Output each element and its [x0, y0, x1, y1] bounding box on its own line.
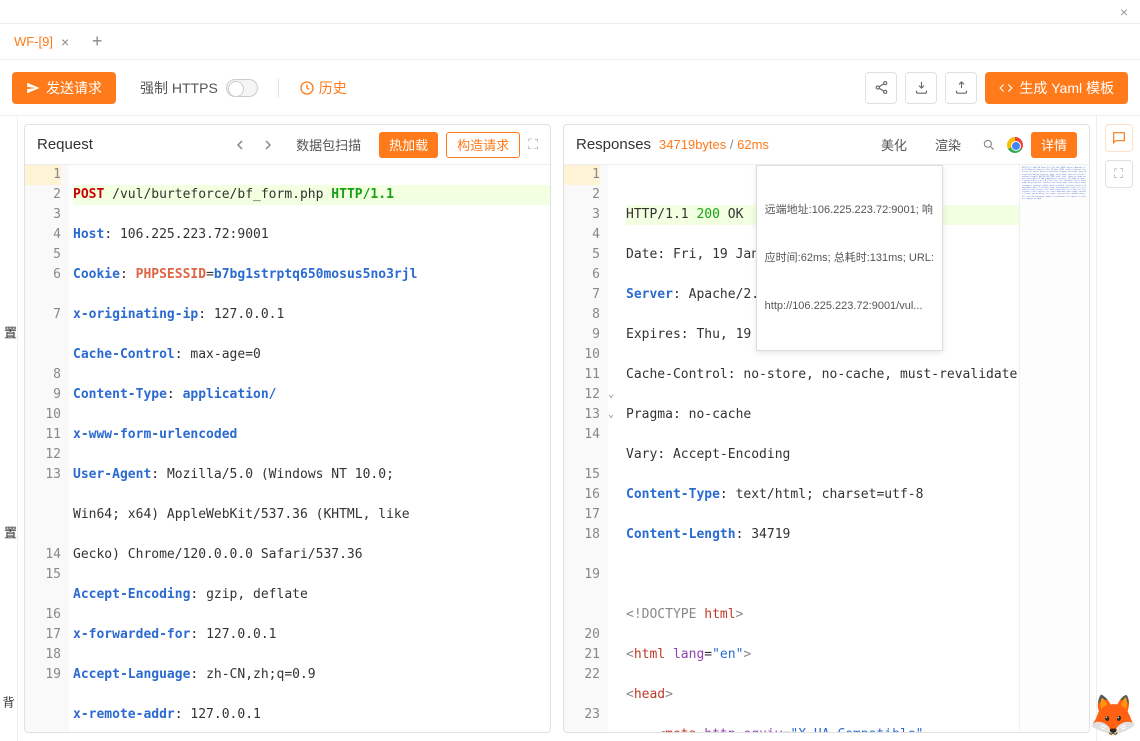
- import-button[interactable]: [945, 72, 977, 104]
- response-meta: 34719bytes / 62ms: [659, 137, 769, 152]
- response-pane: Responses 34719bytes / 62ms 美化 渲染 详情 1 2…: [563, 124, 1090, 733]
- response-header: Responses 34719bytes / 62ms 美化 渲染 详情: [564, 125, 1089, 165]
- title-strip: ×: [0, 0, 1140, 24]
- clock-icon: [299, 80, 315, 96]
- sidebar-label-3[interactable]: 背: [0, 696, 17, 708]
- response-body[interactable]: 远端地址:106.225.223.72:9001; 响 应时间:62ms; 总耗…: [622, 165, 1019, 732]
- right-rail: ⛶: [1096, 116, 1140, 741]
- history-label: 历史: [319, 78, 347, 98]
- divider: [278, 79, 279, 97]
- prev-button[interactable]: [230, 135, 250, 155]
- share-button[interactable]: [865, 72, 897, 104]
- panes: 置 置 背 Request 数据包扫描 热加载 构造请求 ⛶ 1 2 3 4 5…: [0, 116, 1140, 741]
- force-https-toggle[interactable]: 强制 HTTPS: [140, 78, 258, 98]
- response-tooltip: 远端地址:106.225.223.72:9001; 响 应时间:62ms; 总耗…: [756, 165, 943, 351]
- minimap[interactable]: HTTP/1.1 200 OK Date Fri 19 Jan 2024 Ser…: [1019, 165, 1089, 732]
- switch-icon[interactable]: [226, 79, 258, 97]
- request-code[interactable]: 1 2 3 4 5 6 7 8 9 10 11 12 13 14 15 16: [25, 165, 550, 732]
- request-gutter: 1 2 3 4 5 6 7 8 9 10 11 12 13 14 15 16: [25, 165, 69, 732]
- toolbar-right: 生成 Yaml 模板: [865, 72, 1128, 104]
- tab-wf9[interactable]: WF-[9] ×: [4, 28, 79, 56]
- toolbar: 发送请求 强制 HTTPS 历史 生成 Yaml 模板: [0, 60, 1140, 116]
- expand-icon[interactable]: ⛶: [528, 136, 538, 153]
- render-button[interactable]: 渲染: [925, 132, 971, 158]
- tab-add-button[interactable]: +: [83, 28, 111, 56]
- response-gutter: 1 2 3 4 5 6 7 8 9 10 11 12 13 14 15 16 1…: [564, 165, 608, 732]
- fold-column: ⌄ ⌄: [608, 165, 622, 732]
- tabs-bar: WF-[9] × +: [0, 24, 1140, 60]
- send-request-button[interactable]: 发送请求: [12, 72, 116, 104]
- code-icon: [999, 81, 1013, 95]
- sidebar-label-2[interactable]: 置: [0, 526, 19, 539]
- force-https-label: 强制 HTTPS: [140, 78, 218, 98]
- request-body[interactable]: POST /vul/burteforce/bf_form.php HTTP/1.…: [69, 165, 550, 732]
- history-button[interactable]: 历史: [299, 78, 347, 98]
- detail-button[interactable]: 详情: [1031, 132, 1077, 158]
- response-title: Responses: [576, 136, 651, 153]
- mascot-icon[interactable]: 🦊: [1088, 692, 1138, 739]
- sidebar-label-1[interactable]: 置: [0, 326, 19, 339]
- response-code[interactable]: 1 2 3 4 5 6 7 8 9 10 11 12 13 14 15 16 1…: [564, 165, 1089, 732]
- build-request-button[interactable]: 构造请求: [446, 132, 520, 158]
- left-sidebar: 置 置 背: [0, 116, 18, 741]
- send-icon: [26, 81, 40, 95]
- hotload-button[interactable]: 热加载: [379, 132, 438, 158]
- packet-scan-button[interactable]: 数据包扫描: [286, 132, 371, 158]
- request-header: Request 数据包扫描 热加载 构造请求 ⛶: [25, 125, 550, 165]
- export-button[interactable]: [905, 72, 937, 104]
- send-label: 发送请求: [46, 78, 102, 98]
- tab-label: WF-[9]: [14, 34, 53, 49]
- tab-close-icon[interactable]: ×: [61, 34, 69, 50]
- beautify-button[interactable]: 美化: [871, 132, 917, 158]
- fold-icon[interactable]: ⌄: [608, 385, 614, 405]
- fold-icon[interactable]: ⌄: [608, 405, 614, 425]
- search-button[interactable]: [979, 135, 999, 155]
- comment-button[interactable]: [1105, 124, 1133, 152]
- next-button[interactable]: [258, 135, 278, 155]
- yaml-template-button[interactable]: 生成 Yaml 模板: [985, 72, 1128, 104]
- request-title: Request: [37, 136, 93, 153]
- yaml-label: 生成 Yaml 模板: [1019, 78, 1114, 98]
- fullscreen-button[interactable]: ⛶: [1105, 160, 1133, 188]
- close-icon[interactable]: ×: [1120, 4, 1128, 20]
- chrome-icon[interactable]: [1007, 137, 1023, 153]
- request-pane: Request 数据包扫描 热加载 构造请求 ⛶ 1 2 3 4 5 6 7 8…: [24, 124, 551, 733]
